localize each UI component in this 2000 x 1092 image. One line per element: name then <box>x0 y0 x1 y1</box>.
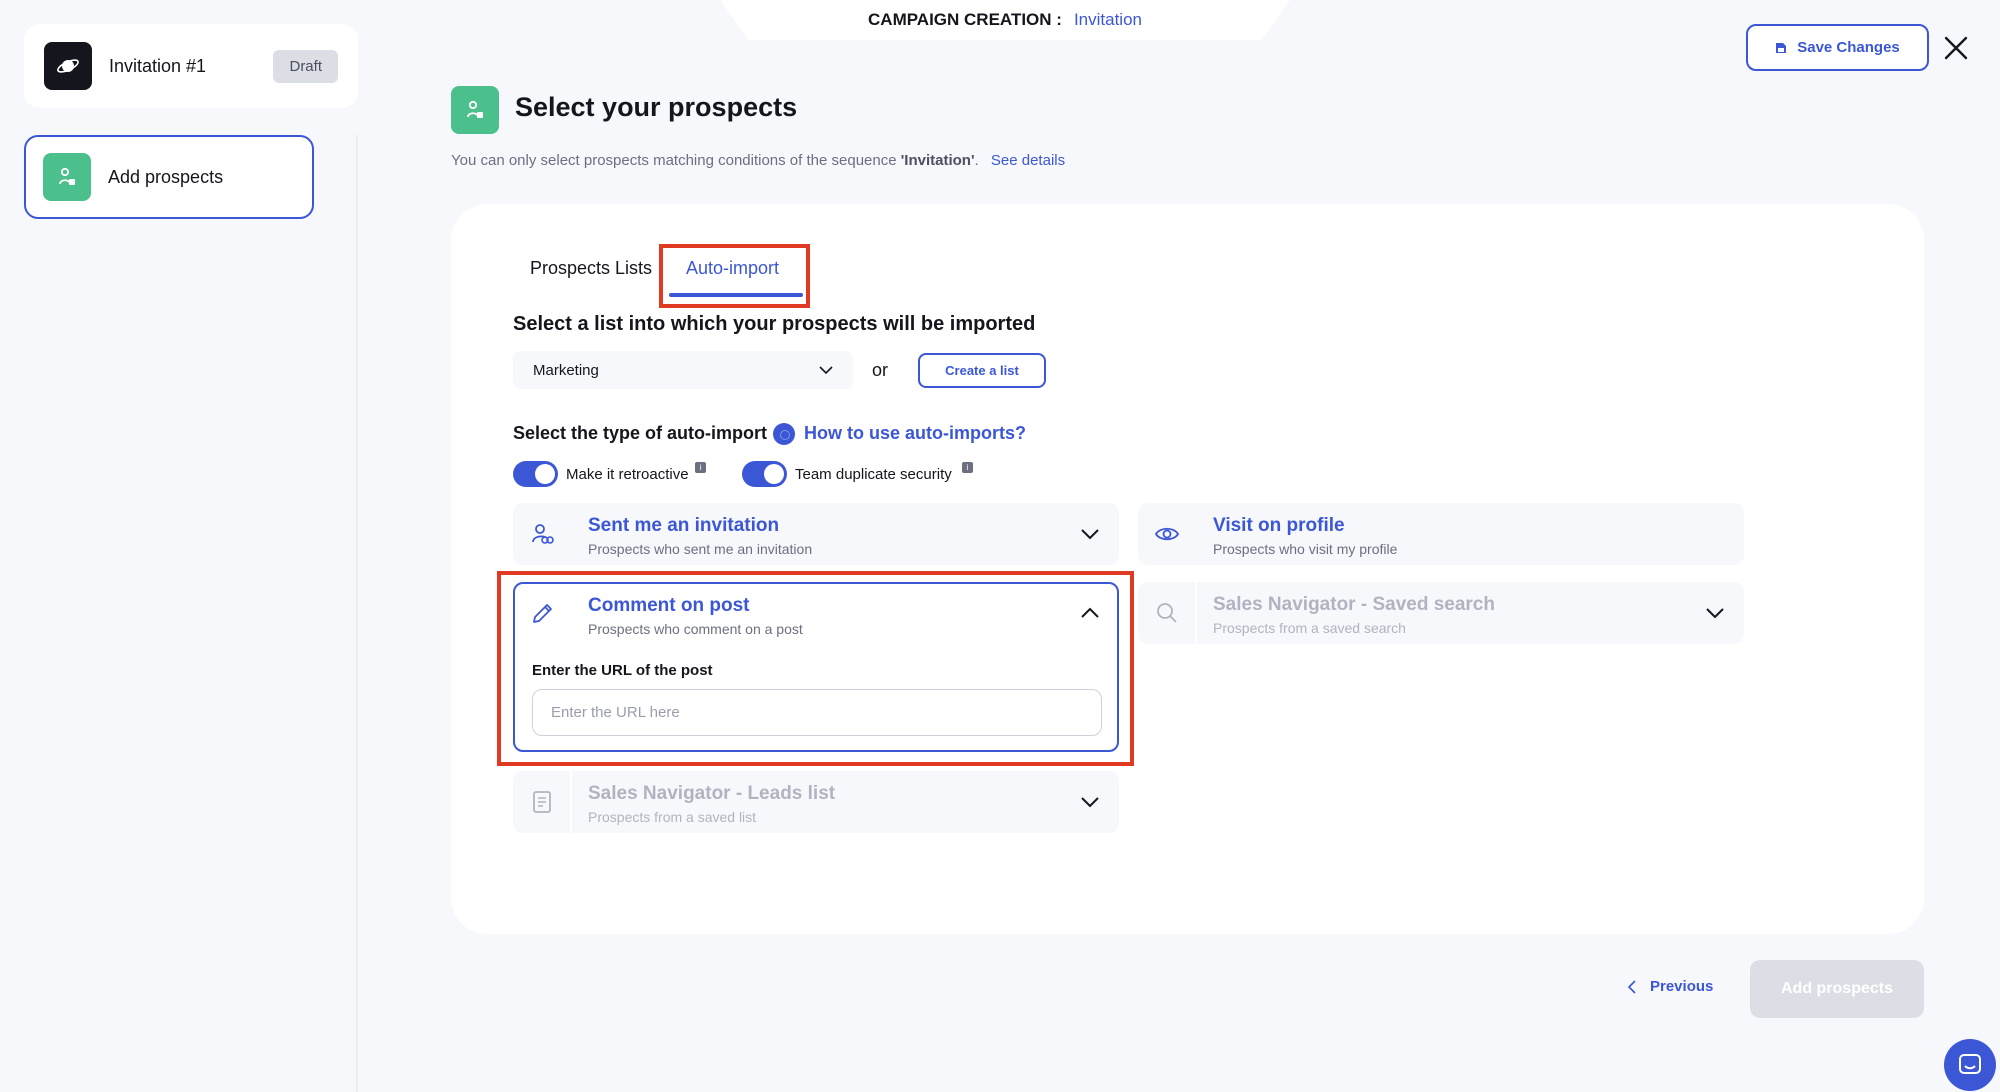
chevron-down-icon <box>1081 797 1099 808</box>
option-subtitle: Prospects from a saved search <box>1213 620 1406 636</box>
option-separator <box>1195 582 1197 644</box>
team-duplicate-label: Team duplicate security <box>795 466 952 483</box>
or-label: or <box>872 360 889 380</box>
subtitle-suffix: . <box>974 152 979 169</box>
status-badge: Draft <box>273 49 338 83</box>
previous-button[interactable]: Previous <box>1628 978 1713 995</box>
info-icon[interactable]: i <box>695 462 706 473</box>
header-campaign-type: Invitation <box>1073 10 1142 29</box>
user-link-icon <box>532 524 554 544</box>
add-prospects-button[interactable]: Add prospects <box>1750 960 1924 1018</box>
save-icon <box>1776 42 1787 53</box>
option-subtitle: Prospects from a saved list <box>588 809 757 825</box>
previous-label: Previous <box>1650 978 1714 995</box>
option-title: Sales Navigator - Saved search <box>1213 594 1495 615</box>
sidebar-step-label: Add prospects <box>108 166 224 187</box>
retroactive-label: Make it retroactive <box>566 466 689 483</box>
tab-prospects-lists[interactable]: Prospects Lists <box>530 258 652 279</box>
retroactive-toggle[interactable] <box>513 461 558 487</box>
create-list-button[interactable]: Create a list <box>918 353 1046 388</box>
list-section-title: Select a list into which your prospects … <box>513 313 1036 335</box>
subtitle-text: You can only select prospects matching c… <box>451 152 901 169</box>
sidebar-step-add-prospects[interactable]: Add prospects <box>24 135 314 219</box>
how-to-auto-import-link[interactable]: How to use auto-imports? <box>804 423 1026 444</box>
page-subtitle: You can only select prospects matching c… <box>451 152 1065 169</box>
highlight-box-tab <box>659 244 810 308</box>
option-visit-profile[interactable]: Visit on profile Prospects who visit my … <box>1138 503 1744 565</box>
add-user-icon <box>43 153 91 201</box>
auto-import-type-title: Select the type of auto-import <box>513 423 768 443</box>
option-separator <box>570 771 572 833</box>
chevron-down-icon <box>1081 529 1099 540</box>
page-title: Select your prospects <box>515 92 798 122</box>
sidebar-divider <box>356 135 358 1092</box>
save-changes-label: Save Changes <box>1797 39 1900 56</box>
chat-icon <box>1959 1054 1981 1074</box>
option-sales-nav-leads-list[interactable]: Sales Navigator - Leads list Prospects f… <box>513 771 1119 833</box>
campaign-header: CAMPAIGN CREATION : Invitation <box>720 0 1290 40</box>
option-title: Sales Navigator - Leads list <box>588 783 836 804</box>
chat-button[interactable] <box>1944 1039 1996 1091</box>
option-sales-nav-saved-search[interactable]: Sales Navigator - Saved search Prospects… <box>1138 582 1744 644</box>
option-title: Visit on profile <box>1213 515 1345 536</box>
option-subtitle: Prospects who sent me an invitation <box>588 541 813 557</box>
chevron-down-icon <box>819 365 833 374</box>
planet-icon <box>44 42 92 90</box>
subtitle-sequence: 'Invitation' <box>900 152 975 169</box>
prospects-icon <box>451 86 499 134</box>
save-changes-button[interactable]: Save Changes <box>1746 24 1929 71</box>
option-subtitle: Prospects who visit my profile <box>1213 541 1398 557</box>
info-icon[interactable]: i <box>962 462 973 473</box>
chevron-down-icon <box>1706 608 1724 619</box>
help-icon <box>773 423 795 445</box>
highlight-box-comment <box>497 571 1134 766</box>
search-icon <box>1157 603 1177 623</box>
chevron-left-icon <box>1628 979 1636 994</box>
list-select[interactable]: Marketing <box>513 351 853 389</box>
campaign-name: Invitation #1 <box>109 55 207 76</box>
header-title: CAMPAIGN CREATION : <box>868 10 1062 29</box>
list-select-value: Marketing <box>533 361 599 379</box>
document-icon <box>533 791 551 813</box>
eye-icon <box>1154 527 1180 541</box>
close-icon[interactable] <box>1942 34 1970 62</box>
option-title: Sent me an invitation <box>588 515 780 536</box>
option-sent-invitation[interactable]: Sent me an invitation Prospects who sent… <box>513 503 1119 565</box>
campaign-card[interactable]: Invitation #1 Draft <box>24 24 358 108</box>
see-details-link[interactable]: See details <box>991 152 1065 169</box>
team-duplicate-toggle[interactable] <box>742 461 787 487</box>
